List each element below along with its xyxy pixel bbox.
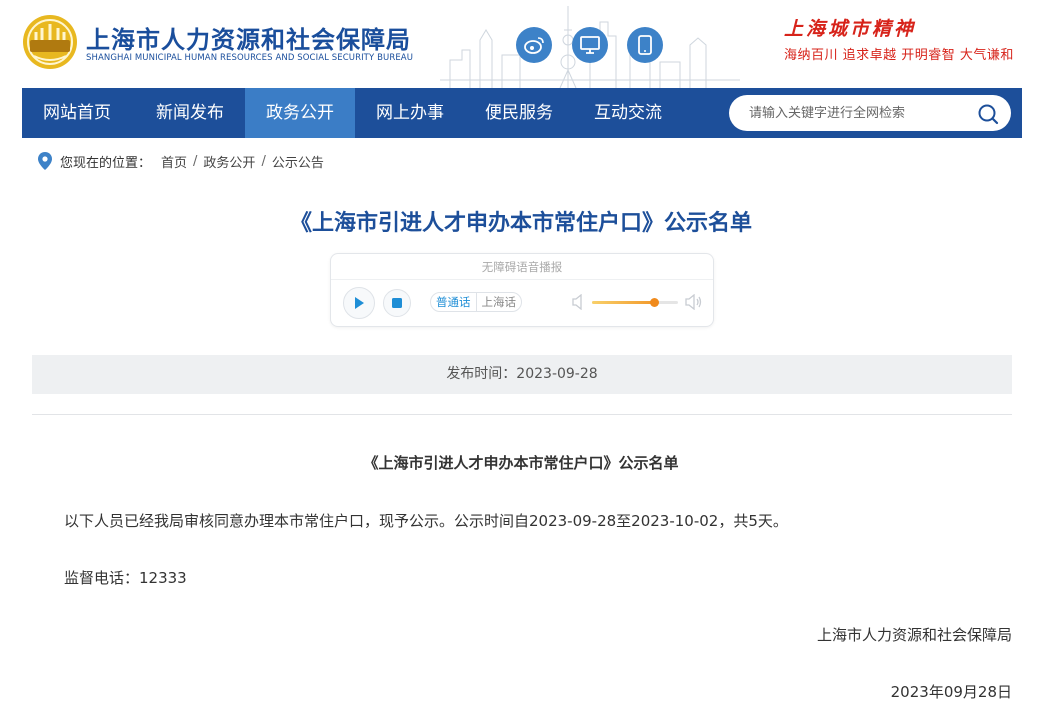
publish-time: 发布时间：2023-09-28 bbox=[32, 355, 1012, 394]
weibo-icon[interactable] bbox=[516, 27, 552, 63]
audio-player: 无障碍语音播报 普通话 上海话 bbox=[330, 253, 714, 327]
nav-item-public-services[interactable]: 便民服务 bbox=[464, 88, 574, 138]
hotline-text: 监督电话：12333 bbox=[64, 569, 187, 587]
mobile-icon[interactable] bbox=[627, 27, 663, 63]
city-spirit-title: 上海城市精神 bbox=[784, 18, 917, 40]
breadcrumb-prefix: 您现在的位置： bbox=[60, 155, 152, 171]
announcement-paragraph: 以下人员已经我局审核同意办理本市常住户口，现予公示。公示时间自2023-09-2… bbox=[64, 512, 788, 530]
location-pin-icon bbox=[38, 152, 52, 170]
breadcrumb-announcements[interactable]: 公示公告 bbox=[272, 152, 324, 171]
dialect-shanghainese-option[interactable]: 上海话 bbox=[477, 293, 522, 311]
issue-date: 2023年09月28日 bbox=[890, 683, 1012, 701]
issuer-signature: 上海市人力资源和社会保障局 bbox=[816, 626, 1012, 644]
play-icon bbox=[355, 297, 364, 309]
breadcrumb: 您现在的位置： 首页 / 政务公开 / 公示公告 bbox=[38, 151, 324, 171]
bureau-logo[interactable] bbox=[22, 14, 78, 70]
play-button[interactable] bbox=[343, 287, 375, 319]
breadcrumb-separator: / bbox=[261, 153, 266, 169]
content-divider bbox=[32, 414, 1012, 415]
audio-player-header: 无障碍语音播报 bbox=[331, 254, 713, 280]
volume-slider[interactable] bbox=[592, 298, 678, 307]
stop-icon bbox=[392, 298, 402, 308]
volume-slider-handle[interactable] bbox=[649, 298, 659, 307]
dialect-mandarin-option[interactable]: 普通话 bbox=[431, 293, 477, 311]
nav-item-online-services[interactable]: 网上办事 bbox=[355, 88, 465, 138]
article-title: 《上海市引进人才申办本市常住户口》公示名单 bbox=[289, 211, 752, 236]
city-spirit-slogan: 海纳百川 追求卓越 开明睿智 大气谦和 bbox=[784, 48, 1014, 63]
main-nav: 网站首页 新闻发布 政务公开 网上办事 便民服务 互动交流 bbox=[22, 88, 1022, 138]
search-input[interactable] bbox=[749, 95, 969, 131]
nav-item-home[interactable]: 网站首页 bbox=[22, 88, 132, 138]
breadcrumb-separator: / bbox=[193, 153, 198, 169]
desktop-icon[interactable] bbox=[572, 27, 608, 63]
nav-item-government-affairs[interactable]: 政务公开 bbox=[245, 88, 355, 138]
content-heading: 《上海市引进人才申办本市常住户口》公示名单 bbox=[363, 454, 679, 472]
site-header: 上海市人力资源和社会保障局 SHANGHAI MUNICIPAL HUMAN R… bbox=[0, 0, 1042, 88]
volume-up-icon[interactable] bbox=[685, 294, 703, 310]
stop-button[interactable] bbox=[383, 289, 411, 317]
nav-item-news[interactable]: 新闻发布 bbox=[135, 88, 245, 138]
site-title[interactable]: 上海市人力资源和社会保障局 bbox=[86, 20, 411, 55]
breadcrumb-government-affairs[interactable]: 政务公开 bbox=[203, 152, 255, 171]
search-icon[interactable] bbox=[977, 103, 999, 125]
site-subtitle: SHANGHAI MUNICIPAL HUMAN RESOURCES AND S… bbox=[86, 53, 414, 63]
dialect-toggle: 普通话 上海话 bbox=[430, 292, 522, 312]
breadcrumb-home[interactable]: 首页 bbox=[161, 152, 187, 171]
nav-item-interaction[interactable]: 互动交流 bbox=[573, 88, 683, 138]
volume-level-fill bbox=[592, 301, 654, 304]
volume-down-icon[interactable] bbox=[572, 294, 586, 310]
search-box bbox=[729, 95, 1011, 131]
